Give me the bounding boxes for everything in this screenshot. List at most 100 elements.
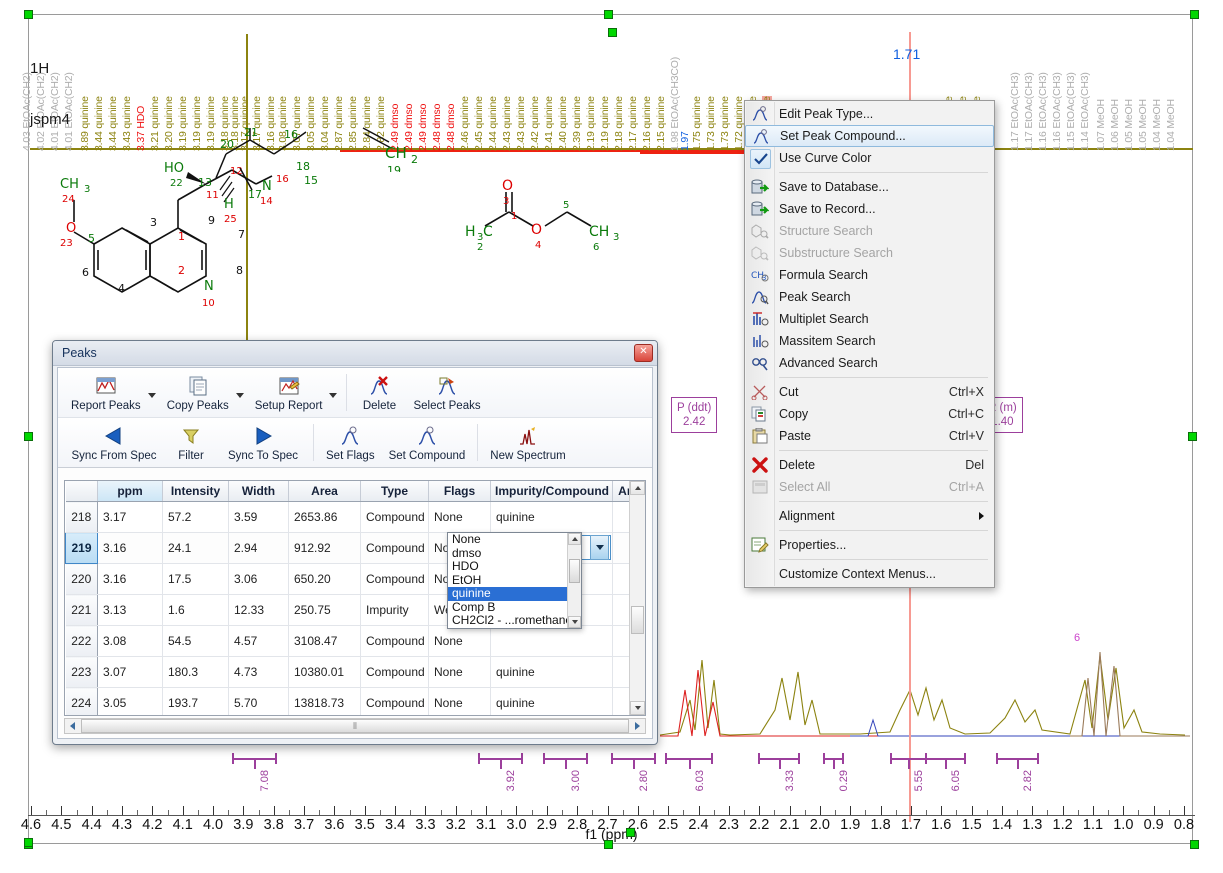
dropdown-scroll-up-icon[interactable] (568, 533, 581, 545)
compound-dropdown-list[interactable]: NonedmsoHDOEtOHquinineComp BCH2Cl2 - ...… (447, 532, 582, 629)
menu-item-delete[interactable]: DeleteDel (745, 454, 994, 476)
table-row[interactable]: 2183.1757.23.592653.86CompoundNonequinin… (66, 502, 647, 533)
vscroll-thumb[interactable] (631, 606, 644, 634)
row-index-cell[interactable]: 219 (66, 533, 98, 564)
selection-handle-top-left[interactable] (24, 10, 33, 19)
column-header-width[interactable]: Width (229, 481, 289, 502)
peaks-table-hscrollbar[interactable]: ⦀ (64, 718, 646, 734)
setup-report-button[interactable]: Setup Report (248, 371, 330, 414)
menu-item-cut[interactable]: CutCtrl+X (745, 381, 994, 403)
menu-item-advanced-search[interactable]: Advanced Search (745, 352, 994, 374)
close-icon[interactable]: ✕ (634, 344, 653, 362)
set-flags-button[interactable]: Set Flags (319, 421, 382, 464)
row-index-cell[interactable]: 218 (66, 502, 98, 533)
cell-ppm[interactable]: 3.07 (98, 657, 163, 688)
cell-ppm[interactable]: 3.16 (98, 533, 163, 564)
chevron-down-icon[interactable] (590, 535, 609, 560)
cell-intensity[interactable]: 54.5 (163, 626, 229, 657)
cell-intensity[interactable]: 1.6 (163, 595, 229, 626)
column-header-impurity-compound[interactable]: Impurity/Compound (491, 481, 613, 502)
cell-intensity[interactable]: 193.7 (163, 688, 229, 717)
cell-ppm[interactable]: 3.13 (98, 595, 163, 626)
scroll-left-icon[interactable] (65, 719, 80, 733)
menu-item-edit-peak-type[interactable]: Edit Peak Type... (745, 103, 994, 125)
peaks-dialog-titlebar[interactable]: Peaks ✕ (53, 341, 657, 366)
column-header-area[interactable]: Area (289, 481, 361, 502)
set-compound-button[interactable]: Set Compound (382, 421, 473, 464)
row-index-cell[interactable]: 223 (66, 657, 98, 688)
column-header-flags[interactable]: Flags (429, 481, 491, 502)
dropdown-option[interactable]: CH2Cl2 - ...romethane (448, 614, 568, 628)
cell-compound[interactable]: quinine (491, 688, 613, 717)
dropdown-option[interactable]: Comp B (448, 601, 568, 615)
row-index-cell[interactable]: 224 (66, 688, 98, 717)
cell-type[interactable]: Compound (361, 657, 429, 688)
cell-width[interactable]: 2.94 (229, 533, 289, 564)
ethyl-acetate-structure[interactable]: O 3 1 H 3 C 2 O 4 5 CH 3 6 (465, 168, 635, 268)
cell-intensity[interactable]: 180.3 (163, 657, 229, 688)
cell-area[interactable]: 250.75 (289, 595, 361, 626)
menu-item-copy[interactable]: CopyCtrl+C (745, 403, 994, 425)
dropdown-option[interactable]: HDO (448, 560, 568, 574)
table-row[interactable]: 2243.05193.75.7013818.73CompoundNonequin… (66, 688, 647, 717)
column-header-ppm[interactable]: ppm (98, 481, 163, 502)
dropdown-option[interactable]: quinine (448, 587, 568, 601)
copy-peaks-dropdown[interactable] (236, 371, 248, 414)
cell-flags[interactable]: None (429, 626, 491, 657)
column-header-index[interactable] (66, 481, 98, 502)
cell-type[interactable]: Compound (361, 626, 429, 657)
report-peaks-dropdown[interactable] (148, 371, 160, 414)
dropdown-scroll-thumb[interactable] (569, 559, 580, 583)
sync-to-spec-button[interactable]: Sync To Spec (218, 421, 308, 464)
selection-handle-axis-center[interactable] (626, 828, 635, 837)
cell-intensity[interactable]: 57.2 (163, 502, 229, 533)
scroll-down-icon[interactable] (630, 701, 645, 715)
select-peaks-button[interactable]: Select Peaks (406, 371, 487, 414)
menu-item-properties[interactable]: Properties... (745, 534, 994, 556)
cell-type[interactable]: Compound (361, 533, 429, 564)
setup-report-dropdown[interactable] (329, 371, 341, 414)
cell-compound[interactable]: quinine (491, 502, 613, 533)
menu-item-massitem-search[interactable]: Massitem Search (745, 330, 994, 352)
copy-peaks-button[interactable]: Copy Peaks (160, 371, 236, 414)
delete-peak-button[interactable]: Delete (352, 371, 406, 414)
cell-area[interactable]: 10380.01 (289, 657, 361, 688)
menu-item-customize-context-menus[interactable]: Customize Context Menus... (745, 563, 994, 585)
context-menu[interactable]: Edit Peak Type...Set Peak Compound...Use… (744, 100, 995, 588)
scroll-right-icon[interactable] (630, 719, 645, 733)
cell-intensity[interactable]: 17.5 (163, 564, 229, 595)
menu-item-set-peak-compound[interactable]: Set Peak Compound... (745, 125, 994, 147)
cell-intensity[interactable]: 24.1 (163, 533, 229, 564)
cell-width[interactable]: 3.06 (229, 564, 289, 595)
cell-type[interactable]: Compound (361, 688, 429, 717)
menu-item-use-curve-color[interactable]: Use Curve Color (745, 147, 994, 169)
column-header-type[interactable]: Type (361, 481, 429, 502)
cell-width[interactable]: 4.57 (229, 626, 289, 657)
cell-width[interactable]: 5.70 (229, 688, 289, 717)
cell-type[interactable]: Compound (361, 502, 429, 533)
cell-compound[interactable] (491, 626, 613, 657)
dropdown-scroll-down-icon[interactable] (568, 616, 581, 628)
table-row[interactable]: 2223.0854.54.573108.47CompoundNone (66, 626, 647, 657)
cell-flags[interactable]: None (429, 657, 491, 688)
cell-area[interactable]: 3108.47 (289, 626, 361, 657)
scroll-up-icon[interactable] (630, 481, 645, 495)
report-peaks-button[interactable]: Report Peaks (64, 371, 148, 414)
dropdown-option[interactable]: dmso (448, 547, 568, 561)
cell-ppm[interactable]: 3.16 (98, 564, 163, 595)
row-index-cell[interactable]: 220 (66, 564, 98, 595)
table-row[interactable]: 2233.07180.34.7310380.01CompoundNonequin… (66, 657, 647, 688)
cell-type[interactable]: Compound (361, 564, 429, 595)
selection-handle-upper-center[interactable] (608, 28, 617, 37)
selection-handle-top-center[interactable] (604, 10, 613, 19)
selection-handle-axis-left[interactable] (24, 838, 33, 847)
menu-item-save-to-record[interactable]: Save to Record... (745, 198, 994, 220)
sync-from-spec-button[interactable]: Sync From Spec (64, 421, 164, 464)
cell-area[interactable]: 13818.73 (289, 688, 361, 717)
selection-handle-mid-right[interactable] (1188, 432, 1197, 441)
column-header-intensity[interactable]: Intensity (163, 481, 229, 502)
row-index-cell[interactable]: 222 (66, 626, 98, 657)
cell-width[interactable]: 12.33 (229, 595, 289, 626)
filter-button[interactable]: Filter (164, 421, 218, 464)
cell-compound[interactable]: quinine (491, 657, 613, 688)
